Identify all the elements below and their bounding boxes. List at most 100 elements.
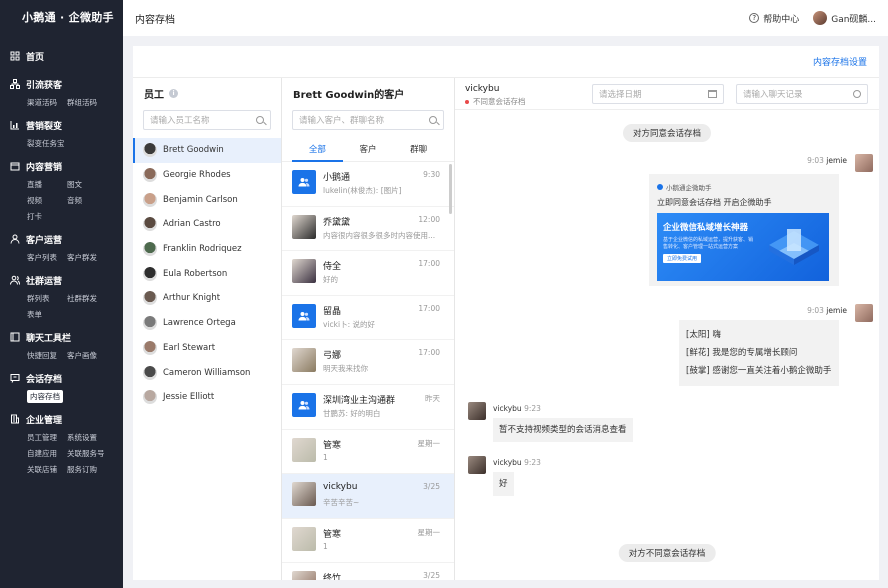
message-meta: 9:03 jemie bbox=[807, 306, 847, 315]
employee-item[interactable]: Adrian Castro bbox=[133, 212, 281, 237]
avatar bbox=[813, 11, 828, 25]
nav-item[interactable]: 客户画像 bbox=[67, 349, 117, 362]
nav-section-0[interactable]: 首页 bbox=[0, 44, 123, 68]
help-center-label: 帮助中心 bbox=[763, 14, 800, 25]
customer-item[interactable]: 终竹 3/25 bbox=[282, 563, 454, 580]
nav-item[interactable]: 群列表 bbox=[27, 292, 67, 305]
nav-item[interactable]: 视频 bbox=[27, 194, 67, 207]
employee-search-input[interactable]: 请输入员工名称 bbox=[143, 110, 271, 130]
nav-item[interactable]: 裂变任务宝 bbox=[27, 137, 67, 150]
customer-item[interactable]: 管寒 1 星期一 bbox=[282, 519, 454, 564]
nav-section-3[interactable]: 内容营销 bbox=[0, 154, 123, 178]
sidebar: 小鹅通 · 企微助手 首页 引流获客 渠道活码 群组活码 营销裂变 裂变任务宝 内容营销 直播… bbox=[0, 0, 123, 588]
customer-item[interactable]: 深圳湾业主沟通群 甘鹏苏: 好的明白 昨天 bbox=[282, 385, 454, 430]
customer-item[interactable]: 小鹅通 lukelin(林俊杰): [图片] 9:30 bbox=[282, 162, 454, 207]
group-chat-icon bbox=[292, 392, 316, 417]
customer-item[interactable]: 弓娜 明天我来找你 17:00 bbox=[282, 340, 454, 385]
person-icon bbox=[10, 234, 20, 244]
customer-preview: 辛苦辛苦~ bbox=[323, 498, 360, 508]
link-card-message[interactable]: 小鹅通企微助手 立即同意会话存档 开启企微助手 企业微信私域增长神器 基于企业微… bbox=[649, 174, 839, 286]
avatar bbox=[292, 526, 316, 551]
nav-item[interactable]: 音频 bbox=[67, 194, 117, 207]
tab-0[interactable]: 全部 bbox=[292, 138, 343, 162]
chat-search-input[interactable]: 请输入聊天记录 bbox=[736, 84, 868, 104]
employee-item[interactable]: Brett Goodwin bbox=[133, 138, 281, 163]
employee-name: Adrian Castro bbox=[163, 219, 221, 230]
employee-item[interactable]: Jessie Elliott bbox=[133, 385, 281, 410]
customer-preview: 好的 bbox=[323, 275, 338, 285]
employee-item[interactable]: Benjamin Carlson bbox=[133, 187, 281, 212]
customer-item[interactable]: 侍全 好的 17:00 bbox=[282, 251, 454, 296]
avatar bbox=[143, 143, 157, 158]
nav-item[interactable]: 打卡 bbox=[27, 210, 67, 223]
employee-item[interactable]: Franklin Rodriquez bbox=[133, 237, 281, 262]
nav-item[interactable]: 内容存档 bbox=[27, 390, 63, 403]
message-sender: vickybu bbox=[493, 404, 522, 413]
nav-section-5[interactable]: 社群运营 bbox=[0, 268, 123, 292]
nav-sub-list: 内容存档 bbox=[0, 390, 123, 403]
message-meta: vickybu 9:23 bbox=[493, 404, 541, 413]
avatar bbox=[143, 390, 157, 405]
customer-item[interactable]: 管寒 1 星期一 bbox=[282, 430, 454, 475]
employee-item[interactable]: Cameron Williamson bbox=[133, 360, 281, 385]
nav-item[interactable]: 表单 bbox=[27, 308, 67, 321]
employee-item[interactable]: Eula Robertson bbox=[133, 261, 281, 286]
nav-sub-list: 直播 图文 视频 音频 打卡 bbox=[0, 178, 123, 223]
nav-section-4[interactable]: 客户运营 bbox=[0, 227, 123, 251]
employee-item[interactable]: Arthur Knight bbox=[133, 286, 281, 311]
nav-section: 客户运营 客户列表 客户群发 bbox=[0, 227, 123, 264]
avatar bbox=[292, 571, 316, 580]
nav-section: 企业管理 员工管理 系统设置 自建应用 关联服务号 关联店铺 服务订购 bbox=[0, 407, 123, 476]
avatar bbox=[143, 192, 157, 207]
employee-item[interactable]: Earl Stewart bbox=[133, 336, 281, 361]
nav-section-6[interactable]: 聊天工具栏 bbox=[0, 325, 123, 349]
nav-item[interactable]: 客户群发 bbox=[67, 251, 117, 264]
nav-item[interactable]: 服务订购 bbox=[67, 463, 117, 476]
system-message-disagree: 对方不同意会话存档 bbox=[618, 544, 716, 562]
nav-item[interactable]: 关联店铺 bbox=[27, 463, 67, 476]
customer-item[interactable]: vickybu 辛苦辛苦~ 3/25 bbox=[282, 474, 454, 519]
message-line: [太阳] 嗨 bbox=[686, 330, 721, 340]
customer-item[interactable]: 留晶 vicki卜: 说的好 17:00 bbox=[282, 296, 454, 341]
nav-sub-list: 快捷回复 客户画像 bbox=[0, 349, 123, 362]
message-meta: vickybu 9:23 bbox=[493, 458, 541, 467]
nav-item[interactable]: 直播 bbox=[27, 178, 67, 191]
nav-item[interactable]: 图文 bbox=[67, 178, 117, 191]
employee-column: 员工 i 请输入员工名称 Brett Goodwin Georgie Rhodes… bbox=[133, 78, 282, 580]
chat-status-label: 不同意会话存档 bbox=[473, 97, 526, 106]
nav-item[interactable]: 客户列表 bbox=[27, 251, 67, 264]
nav-section-1[interactable]: 引流获客 bbox=[0, 72, 123, 96]
employee-name: Georgie Rhodes bbox=[163, 170, 231, 181]
archive-settings-link[interactable]: 内容存档设置 bbox=[813, 55, 867, 68]
employee-item[interactable]: Lawrence Ortega bbox=[133, 311, 281, 336]
nav-item[interactable]: 群组活码 bbox=[67, 96, 117, 109]
people-icon bbox=[10, 275, 20, 285]
nav-item[interactable]: 员工管理 bbox=[27, 431, 67, 444]
nav-item[interactable]: 自建应用 bbox=[27, 447, 67, 460]
customer-time: 3/25 bbox=[423, 571, 440, 580]
nav-section: 内容营销 直播 图文 视频 音频 打卡 bbox=[0, 154, 123, 223]
nav-item[interactable]: 关联服务号 bbox=[67, 447, 117, 460]
text-message: [太阳] 嗨 [鲜花] 我是您的专属增长顾问 [鼓掌] 感谢您一直关注着小鹅企微助手 bbox=[679, 320, 839, 386]
brand-icon bbox=[657, 184, 663, 190]
nav-item[interactable]: 快捷回复 bbox=[27, 349, 67, 362]
customer-time: 昨天 bbox=[425, 393, 440, 403]
nav-item[interactable]: 系统设置 bbox=[67, 431, 117, 444]
nav-section-2[interactable]: 营销裂变 bbox=[0, 113, 123, 137]
nav-sub-list: 渠道活码 群组活码 bbox=[0, 96, 123, 109]
nav-item[interactable]: 社群群发 bbox=[67, 292, 117, 305]
nav-section-8[interactable]: 企业管理 bbox=[0, 407, 123, 431]
nav-section-7[interactable]: 会话存档 bbox=[0, 366, 123, 390]
employee-item[interactable]: Georgie Rhodes bbox=[133, 163, 281, 188]
user-menu[interactable]: Gan砚麟... bbox=[813, 11, 876, 25]
scrollbar[interactable] bbox=[449, 164, 452, 214]
customer-item[interactable]: 乔黛黛 内容很内容很多很多时内容使用... 12:00 bbox=[282, 207, 454, 252]
tab-2[interactable]: 群聊 bbox=[393, 138, 444, 162]
customer-search-input[interactable]: 请输入客户、群聊名称 bbox=[292, 110, 444, 130]
tab-1[interactable]: 客户 bbox=[343, 138, 394, 162]
nav-item[interactable]: 渠道活码 bbox=[27, 96, 67, 109]
info-icon[interactable]: i bbox=[169, 88, 178, 98]
toolbar-icon bbox=[10, 332, 20, 342]
date-picker-input[interactable]: 请选择日期 bbox=[592, 84, 724, 104]
help-center-link[interactable]: ? 帮助中心 bbox=[749, 12, 799, 25]
